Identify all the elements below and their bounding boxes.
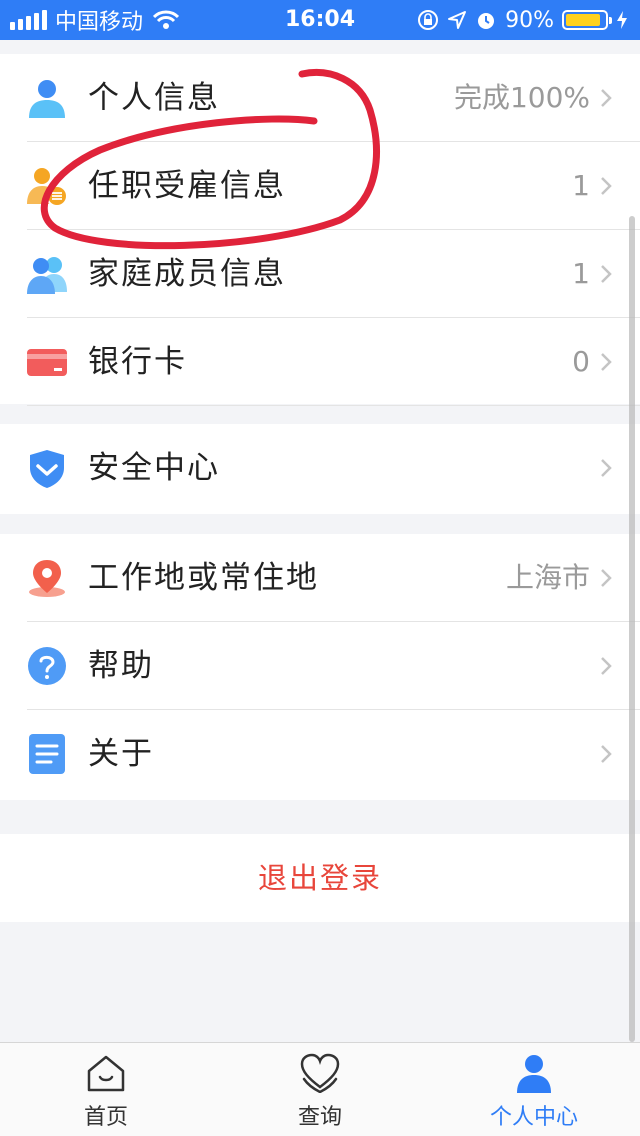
location-arrow-icon	[448, 11, 467, 29]
row-help[interactable]: 帮助	[0, 622, 640, 710]
row-value: 完成100%	[453, 81, 590, 114]
tab-bar: 首页 查询 个人中心	[0, 1042, 640, 1136]
info-group: 个人信息 完成100% 任职受雇信息 1 家庭成员信息 1 银行卡 0	[0, 54, 640, 406]
row-about[interactable]: 关于	[0, 710, 640, 798]
tab-query[interactable]: 查询	[260, 1043, 380, 1136]
chevron-right-icon	[601, 569, 612, 587]
row-label: 任职受雇信息	[88, 168, 286, 204]
chevron-right-icon	[601, 89, 612, 107]
status-bar: 中国移动 16:04 90%	[0, 0, 640, 40]
row-security-center[interactable]: 安全中心	[0, 424, 640, 512]
tab-home[interactable]: 首页	[46, 1043, 166, 1136]
battery-percent: 90%	[505, 7, 554, 33]
home-icon	[87, 1055, 125, 1092]
employment-icon	[27, 168, 67, 206]
chevron-right-icon	[601, 353, 612, 371]
chevron-right-icon	[601, 265, 612, 283]
logout-button[interactable]: 退出登录	[0, 834, 640, 922]
row-value: 0	[572, 345, 590, 378]
chevron-right-icon	[601, 745, 612, 763]
settings-group: 工作地或常住地 上海市 帮助 关于	[0, 534, 640, 800]
scrollbar[interactable]	[629, 216, 635, 1042]
location-pin-icon	[29, 560, 65, 597]
row-personal-info[interactable]: 个人信息 完成100%	[0, 54, 640, 142]
divider	[27, 405, 640, 406]
row-bank-card[interactable]: 银行卡 0	[0, 318, 640, 406]
alarm-icon	[478, 13, 495, 29]
person-icon	[29, 80, 65, 118]
row-label: 工作地或常住地	[88, 560, 319, 596]
row-label: 关于	[88, 736, 154, 772]
row-label: 安全中心	[88, 450, 220, 486]
row-value: 1	[572, 257, 590, 290]
tab-label: 首页	[83, 1105, 128, 1130]
row-value: 上海市	[505, 561, 590, 594]
tab-label: 个人中心	[489, 1105, 578, 1130]
profile-icon	[517, 1055, 551, 1093]
rotation-lock-icon	[418, 10, 439, 30]
charging-icon	[617, 11, 627, 29]
tab-label: 查询	[297, 1105, 342, 1130]
row-label: 银行卡	[88, 344, 187, 380]
row-label: 家庭成员信息	[88, 256, 286, 292]
row-label: 个人信息	[88, 80, 220, 116]
tab-profile[interactable]: 个人中心	[474, 1043, 594, 1136]
row-value: 1	[572, 169, 590, 202]
document-icon	[29, 734, 65, 774]
shield-icon	[30, 450, 64, 488]
chevron-right-icon	[601, 459, 612, 477]
row-employment-info[interactable]: 任职受雇信息 1	[0, 142, 640, 230]
row-family-info[interactable]: 家庭成员信息 1	[0, 230, 640, 318]
heart-icon	[300, 1053, 340, 1093]
security-group: 安全中心	[0, 424, 640, 514]
chevron-right-icon	[601, 657, 612, 675]
help-icon	[28, 647, 66, 685]
chevron-right-icon	[601, 177, 612, 195]
battery-icon	[562, 10, 612, 30]
row-work-location[interactable]: 工作地或常住地 上海市	[0, 534, 640, 622]
family-icon	[27, 257, 67, 294]
bank-card-icon	[27, 349, 67, 376]
row-label: 帮助	[88, 648, 154, 684]
